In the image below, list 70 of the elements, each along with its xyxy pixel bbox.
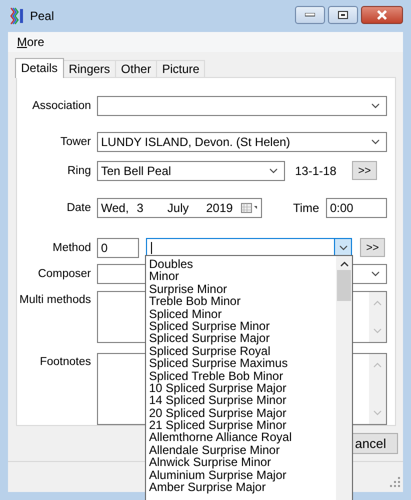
tab[interactable]: Picture	[156, 60, 206, 77]
tab[interactable]: Details	[15, 58, 64, 78]
more-button[interactable]: >>	[352, 161, 377, 180]
close-icon	[376, 10, 388, 20]
menu-item[interactable]: More	[13, 34, 48, 49]
list-item[interactable]: Treble Bob Minor	[146, 295, 336, 308]
app-icon	[10, 7, 24, 25]
field-label: Time	[293, 200, 320, 215]
tower-dropdown[interactable]: LUNDY ISLAND, Devon. (St Helen)	[97, 132, 387, 152]
list-item[interactable]: Spliced Surprise Royal	[146, 344, 336, 358]
date-picker[interactable]: Wed, 3 July 2019	[97, 198, 262, 218]
date-month: July	[167, 200, 190, 215]
method-dropdown[interactable]	[146, 238, 352, 258]
list-item[interactable]: Surprise Minor	[146, 282, 336, 296]
scroll-up-icon	[373, 362, 382, 368]
tenor-weight: 13-1-18	[295, 164, 338, 178]
minimize-button[interactable]	[295, 6, 325, 24]
list-item[interactable]: Spliced Treble Bob Minor	[146, 370, 336, 382]
cancel-button[interactable]: ancel	[352, 432, 398, 454]
close-button[interactable]	[361, 6, 403, 24]
scroll-down-icon	[373, 410, 382, 416]
field-label: Ring	[66, 164, 91, 177]
list-item[interactable]: Spliced Surprise Maximus	[146, 357, 336, 370]
chevron-icon	[371, 270, 380, 277]
date-year: 2019	[206, 200, 233, 215]
chevron-icon	[269, 168, 278, 174]
field-label: Tower	[59, 136, 91, 148]
minimize-icon	[305, 13, 315, 17]
chevron-icon	[371, 138, 380, 145]
list-item[interactable]: Spliced Surprise Minor	[146, 320, 336, 332]
scrollbar-thumb[interactable]	[337, 270, 351, 301]
association-dropdown[interactable]	[97, 96, 387, 116]
scroll-down-icon	[373, 328, 382, 334]
list-item[interactable]: Allendale Surprise Minor	[146, 444, 336, 456]
time-field[interactable]: 0:00	[326, 198, 387, 218]
scrollbar[interactable]	[336, 256, 352, 500]
calendar-icon	[240, 202, 257, 213]
field-label: Association	[31, 100, 91, 112]
scroll-up-icon	[373, 300, 382, 306]
list-item[interactable]: Amber Surprise Major	[146, 481, 336, 494]
resize-grip-icon	[390, 477, 400, 487]
field-label: Footnotes	[38, 356, 91, 368]
field-label: Multi methods	[18, 294, 91, 306]
chevron-icon	[338, 244, 348, 251]
more-button[interactable]: >>	[360, 238, 385, 258]
method-number-field[interactable]: 0	[97, 238, 139, 258]
list-item[interactable]: Spliced Minor	[146, 308, 336, 320]
date-day: 3	[136, 200, 160, 215]
ring-dropdown[interactable]: Ten Bell Peal	[97, 160, 285, 181]
list-item[interactable]: 21 Spliced Surprise Minor	[146, 419, 336, 432]
list-item[interactable]: 20 Spliced Surprise Major	[146, 406, 336, 420]
list-item[interactable]: 10 Spliced Surprise Major	[146, 382, 336, 394]
list-item[interactable]: Spliced Surprise Major	[146, 332, 336, 345]
field-label: Composer	[36, 268, 91, 280]
window-title: Peal	[30, 9, 54, 23]
date-weekday: Wed,	[101, 200, 129, 215]
list-item[interactable]: Allemthorne Alliance Royal	[146, 431, 336, 444]
field-label: Method	[52, 242, 91, 254]
tab[interactable]: Ringers	[62, 60, 116, 77]
list-item[interactable]: Doubles	[146, 258, 336, 270]
chevron-icon	[371, 102, 380, 109]
maximize-icon	[338, 11, 348, 19]
field-label: Date	[66, 202, 91, 214]
scroll-up-icon	[340, 261, 348, 267]
list-item[interactable]: Alnwick Surprise Minor	[146, 456, 336, 469]
maximize-button[interactable]	[328, 6, 358, 24]
list-item[interactable]: Minor	[146, 270, 336, 283]
text-cursor	[151, 242, 152, 254]
list-item[interactable]: Aluminium Surprise Major	[146, 468, 336, 482]
list-item[interactable]: 14 Spliced Surprise Minor	[146, 394, 336, 407]
